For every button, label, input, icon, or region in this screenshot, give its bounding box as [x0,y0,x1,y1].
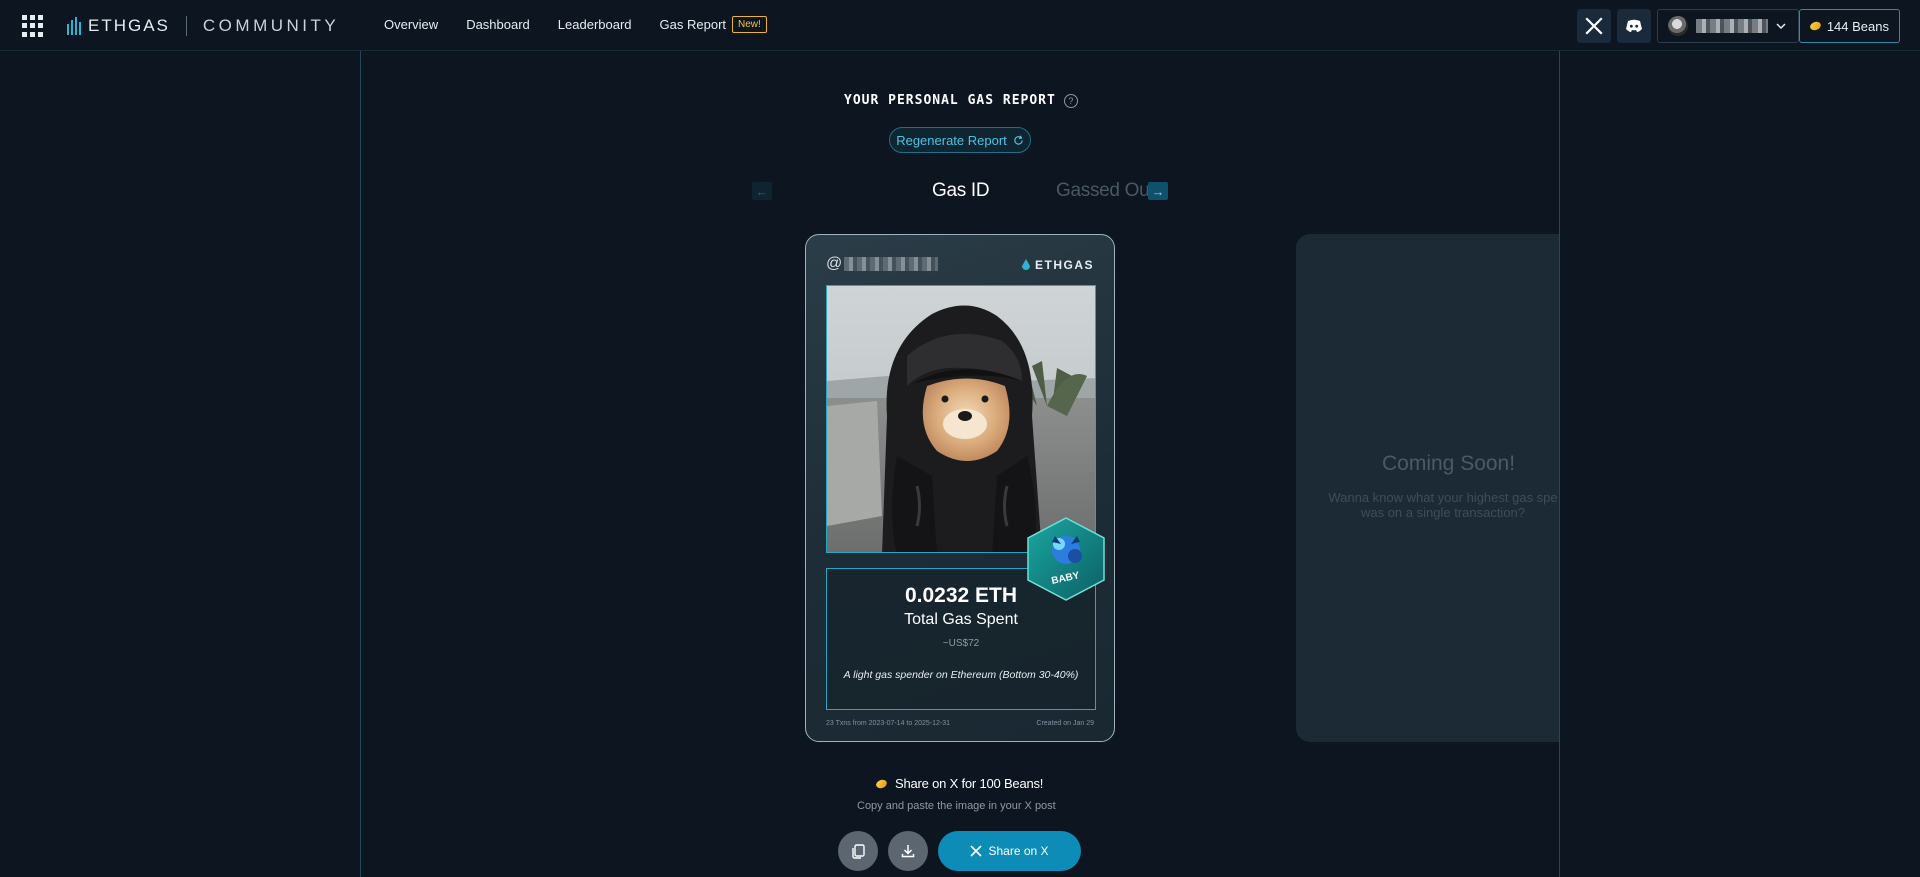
discord-button[interactable] [1616,9,1651,43]
brand-name: ETHGAS [88,16,170,35]
beans-balance: 144 Beans [1826,18,1889,34]
tier-description: A light gas spender on Ethereum (Bottom … [843,669,1079,681]
share-on-x-button[interactable]: Share on X [938,831,1081,871]
main-nav: Overview Dashboard Leaderboard Gas Repor… [384,16,767,33]
card-photo [826,285,1096,553]
column-divider-right [1559,51,1560,877]
share-instructions: Copy and paste the image in your X post [857,800,1056,812]
bean-icon [1808,20,1822,32]
avatar [1667,16,1688,36]
download-image-button[interactable] [888,831,928,871]
copy-image-button[interactable] [838,831,878,871]
nav-item-dashboard[interactable]: Dashboard [466,16,530,33]
regenerate-label: Regenerate Report [896,132,1007,148]
report-carousel-nav: ← Gas ID Gassed Out → [0,180,1920,204]
page-title: YOUR PERSONAL GAS REPORT ? [844,93,1078,108]
regenerate-report-button[interactable]: Regenerate Report [889,127,1031,153]
app-grid-icon[interactable] [22,15,44,37]
x-logo-icon [1585,17,1603,35]
drop-logo-icon [1021,258,1030,270]
coming-soon-title: Coming Soon! [1382,452,1516,475]
top-navigation-bar: ETHGAS COMMUNITY Overview Dashboard Lead… [0,0,1920,51]
total-gas-label: Total Gas Spent [904,611,1018,628]
nav-item-gas-report[interactable]: Gas Report New! [660,16,767,33]
bean-icon [874,777,889,790]
share-promo: Share on X for 100 Beans! [874,776,1044,791]
share-promo-text: Share on X for 100 Beans! [895,776,1044,791]
share-actions: Share on X [838,831,1081,871]
share-on-x-label: Share on X [988,844,1049,858]
arrow-left-icon[interactable]: ← [752,182,772,200]
help-icon[interactable]: ? [1063,93,1078,108]
nav-item-label: Gas Report [659,17,727,32]
tab-gassed-out[interactable]: Gassed Out [1056,180,1156,202]
dog-in-hoodie-image [827,286,1095,552]
discord-logo-icon [1625,19,1642,32]
gas-id-card: @ ETHGAS 0.0232 ETH Total Gas Spent ~US$… [805,234,1115,742]
copy-icon [852,844,865,859]
account-name-redacted [1695,19,1768,33]
card-brand: ETHGAS [1021,258,1094,272]
refresh-icon [1014,134,1023,145]
card-footer-created: Created on Jan 29 [1036,720,1094,727]
baby-tier-badge-icon: BABY [1027,517,1105,601]
total-gas-usd: ~US$72 [942,638,980,649]
nav-item-overview[interactable]: Overview [384,16,438,33]
coming-soon-line-1: Wanna know what your highest gas spe [1328,490,1558,505]
handle-redacted [844,257,939,271]
new-badge: New! [732,16,767,33]
page-title-text: YOUR PERSONAL GAS REPORT [844,93,1056,108]
flame-logo-icon [67,17,81,35]
column-divider-left [360,51,361,877]
gassed-out-card: Coming Soon! Wanna know what your highes… [1296,234,1559,742]
tab-gas-id[interactable]: Gas ID [932,180,990,202]
header-tools: 144 Beans [1576,9,1900,43]
account-menu[interactable] [1656,9,1799,43]
brand-section: COMMUNITY [202,16,340,35]
brand-divider [185,16,187,36]
arrow-right-icon[interactable]: → [1148,182,1168,200]
coming-soon-description: Wanna know what your highest gas spe was… [1318,490,1559,520]
card-handle: @ [826,255,939,273]
coming-soon-line-2: was on a single transaction? [1360,505,1526,520]
download-icon [901,845,915,858]
brand-logo[interactable]: ETHGAS COMMUNITY [66,14,339,38]
x-logo-icon [970,845,983,857]
handle-prefix: @ [826,255,843,272]
nav-item-leaderboard[interactable]: Leaderboard [558,16,632,33]
x-twitter-button[interactable] [1576,9,1611,43]
card-footer-txn-range: 23 Txns from 2023-07-14 to 2025-12-31 [826,720,951,727]
card-brand-name: ETHGAS [1034,258,1094,272]
beans-balance-button[interactable]: 144 Beans [1798,9,1900,43]
chevron-down-icon [1776,23,1786,30]
